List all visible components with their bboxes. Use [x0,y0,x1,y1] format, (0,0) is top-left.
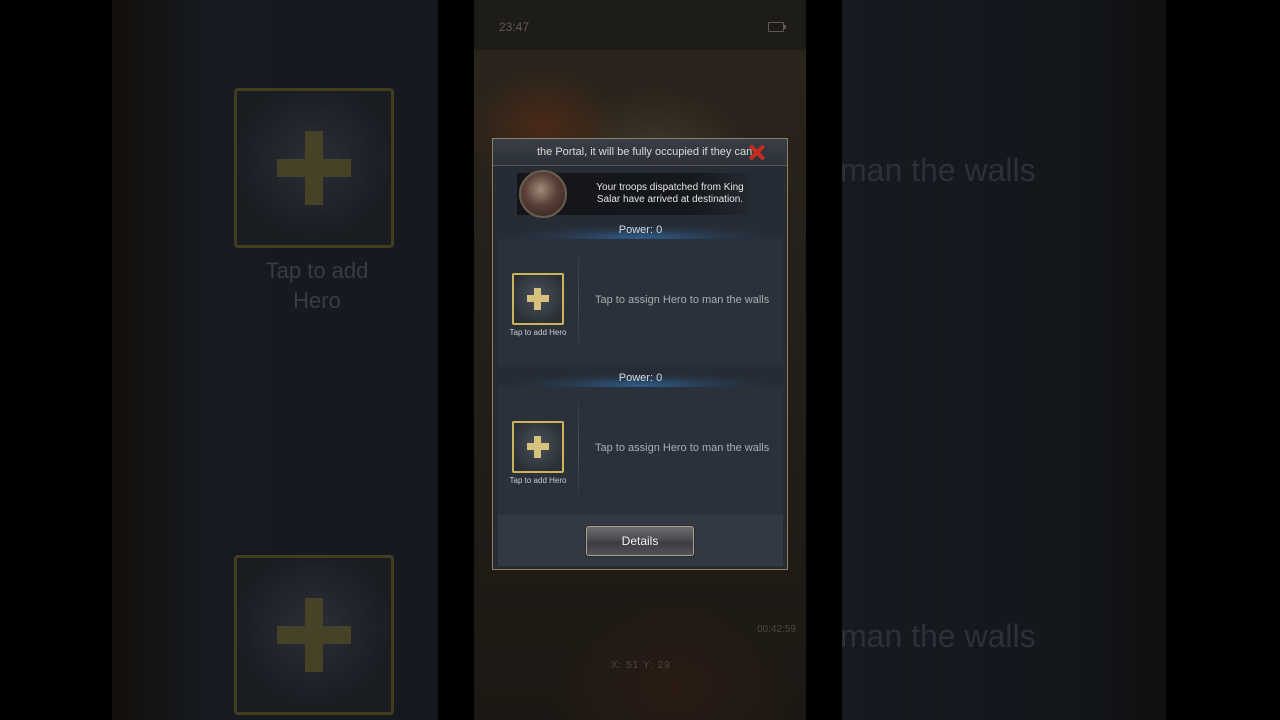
march-timer: 00:42:59 [757,624,796,635]
status-time: 23:47 [499,20,530,34]
slot-panel: Tap to add Hero Tap to assign Hero to ma… [498,239,783,365]
assign-hero-text[interactable]: Tap to assign Hero to man the walls [595,294,769,306]
details-button[interactable]: Details [586,526,694,556]
assign-hero-text[interactable]: Tap to assign Hero to man the walls [595,442,769,454]
power-bar: Power: 0 [498,369,783,387]
slot-panel: Tap to add Hero Tap to assign Hero to ma… [498,387,783,513]
plus-icon [514,423,562,471]
map-coordinates: X: 51 Y: 29 [611,660,671,671]
arrival-notification[interactable]: Your troops dispatched from King Salar h… [517,170,761,218]
add-hero-button[interactable] [512,273,564,325]
add-hero-label: Tap to add Hero [509,476,567,485]
plus-icon [514,275,562,323]
avatar [519,170,567,218]
divider [578,391,579,505]
battery-icon [768,22,786,32]
close-icon[interactable] [748,144,765,161]
status-bar: 23:47 [474,0,806,50]
power-label: Power: 0 [618,372,663,384]
add-hero-label: Tap to add Hero [509,328,567,337]
background-left-blur: Tap to add Hero [112,0,438,720]
notification-text: Your troops dispatched from King Salar h… [596,182,744,205]
dialog-footer: Details [498,514,783,566]
wall-defense-dialog: the Portal, it will be fully occupied if… [492,138,788,570]
dialog-header: the Portal, it will be fully occupied if… [493,139,787,166]
divider [578,243,579,357]
power-label: Power: 0 [618,224,663,236]
phone-screen: 00:42:59 X: 51 Y: 29 23:47 the Portal, i… [474,0,806,720]
background-right-blur: man the walls man the walls [842,0,1166,720]
power-bar: Power: 0 [498,221,783,239]
add-hero-button[interactable] [512,421,564,473]
scrolling-announcement: the Portal, it will be fully occupied if… [537,146,759,158]
